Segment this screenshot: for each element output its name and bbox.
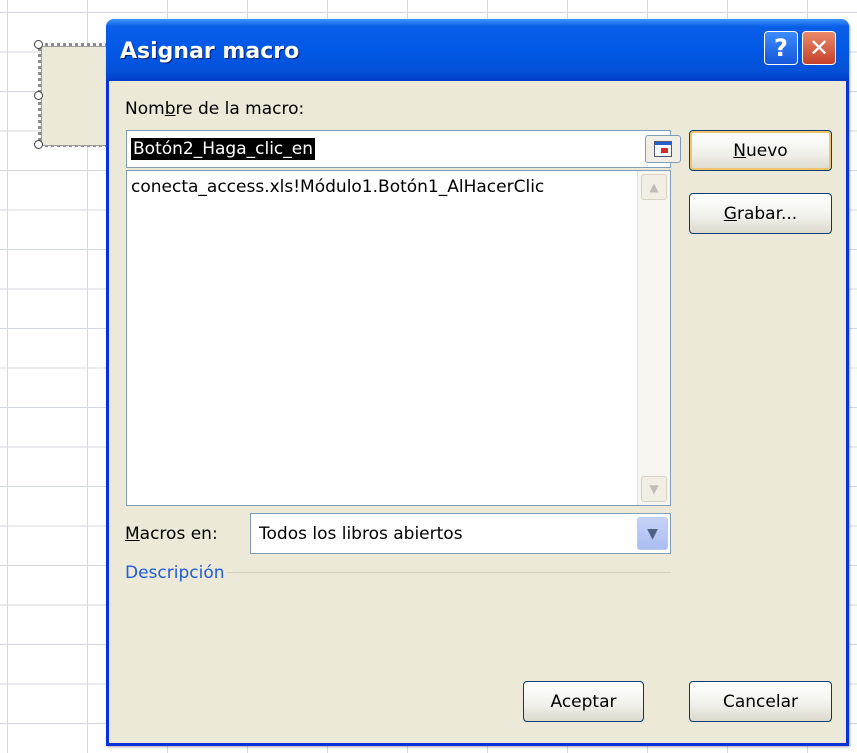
macros-in-value: Todos los libros abiertos — [259, 524, 463, 544]
macro-name-label-part: Nom — [125, 99, 165, 119]
macros-in-dropdown-button[interactable]: ▼ — [637, 517, 668, 550]
resize-handle-middle-left[interactable] — [34, 91, 43, 100]
ok-button[interactable]: Aceptar — [523, 681, 644, 722]
dialog-title: Asignar macro — [120, 39, 300, 64]
macro-list[interactable]: conecta_access.xls!Módulo1.Botón1_AlHace… — [126, 170, 671, 506]
description-label: Descripción — [125, 563, 225, 583]
resize-handle-top-left[interactable] — [34, 40, 43, 49]
macro-name-label-accel: b — [164, 99, 176, 119]
macro-name-input[interactable]: Botón2_Haga_clic_en — [126, 130, 681, 168]
macro-name-label-rest: re de la macro: — [175, 99, 305, 119]
scroll-down-button[interactable]: ▼ — [641, 476, 667, 502]
new-button[interactable]: Nuevo — [689, 130, 832, 171]
record-button-accel: G — [723, 203, 737, 224]
vertical-scrollbar[interactable]: ▲ ▼ — [637, 171, 670, 505]
help-icon: ? — [774, 34, 788, 62]
cancel-button-label: Cancelar — [723, 691, 798, 712]
sheet-form-button[interactable] — [41, 46, 113, 146]
new-button-label: uevo — [746, 140, 788, 161]
macros-in-select[interactable]: Todos los libros abiertos ▼ — [250, 513, 671, 554]
macros-in-label-rest: acros en: — [139, 524, 218, 544]
macro-name-value: Botón2_Haga_clic_en — [131, 138, 316, 160]
help-button[interactable]: ? — [764, 31, 798, 65]
new-button-accel: N — [733, 140, 746, 161]
collapse-dialog-icon — [654, 141, 672, 157]
macro-name-label: Nombre de la macro: — [125, 99, 304, 119]
list-item[interactable]: conecta_access.xls!Módulo1.Botón1_AlHace… — [131, 177, 544, 197]
close-icon: ✕ — [808, 34, 830, 62]
macros-in-label: Macros en: — [125, 524, 218, 544]
close-button[interactable]: ✕ — [802, 31, 836, 65]
macros-in-label-accel: M — [125, 524, 140, 544]
chevron-up-icon: ▲ — [649, 180, 659, 194]
description-divider — [227, 572, 671, 573]
chevron-down-icon: ▼ — [649, 482, 659, 496]
resize-handle-bottom-left[interactable] — [34, 140, 43, 149]
record-button[interactable]: Grabar... — [689, 193, 832, 234]
collapse-dialog-button[interactable] — [645, 135, 681, 163]
chevron-down-icon: ▼ — [647, 525, 658, 542]
assign-macro-dialog: Asignar macro ? ✕ Nombre de la macro: Bo… — [106, 19, 849, 746]
record-button-label: rabar... — [736, 203, 798, 224]
cancel-button[interactable]: Cancelar — [689, 681, 832, 722]
ok-button-label: Aceptar — [550, 691, 617, 712]
title-bar[interactable]: Asignar macro ? ✕ — [106, 19, 849, 81]
scroll-up-button[interactable]: ▲ — [641, 174, 667, 200]
